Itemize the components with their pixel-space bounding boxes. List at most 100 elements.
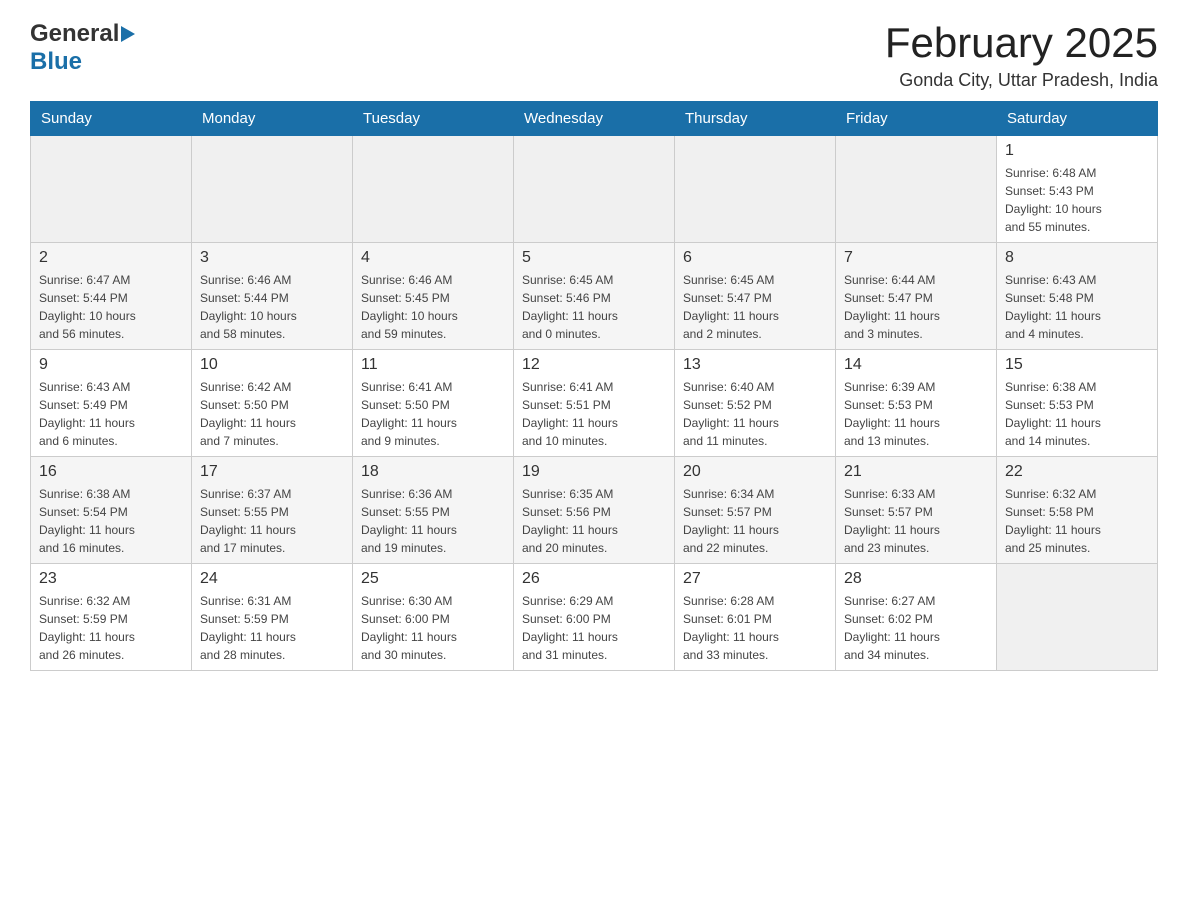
day-info: Sunrise: 6:46 AM Sunset: 5:44 PM Dayligh… xyxy=(200,271,344,343)
calendar-cell: 13 Sunrise: 6:40 AM Sunset: 5:52 PM Dayli… xyxy=(675,350,836,457)
day-info: Sunrise: 6:37 AM Sunset: 5:55 PM Dayligh… xyxy=(200,485,344,557)
calendar-cell xyxy=(836,136,997,243)
day-number: 13 xyxy=(683,356,827,374)
day-info: Sunrise: 6:41 AM Sunset: 5:51 PM Dayligh… xyxy=(522,378,666,450)
logo-blue-text: Blue xyxy=(30,48,82,75)
day-info: Sunrise: 6:45 AM Sunset: 5:47 PM Dayligh… xyxy=(683,271,827,343)
logo: General Blue xyxy=(30,20,135,76)
calendar-table: SundayMondayTuesdayWednesdayThursdayFrid… xyxy=(30,101,1158,671)
calendar-cell: 4 Sunrise: 6:46 AM Sunset: 5:45 PM Daylig… xyxy=(353,243,514,350)
day-number: 20 xyxy=(683,463,827,481)
day-number: 10 xyxy=(200,356,344,374)
calendar-week-4: 23 Sunrise: 6:32 AM Sunset: 5:59 PM Dayli… xyxy=(31,564,1158,671)
location-text: Gonda City, Uttar Pradesh, India xyxy=(885,70,1158,91)
day-number: 21 xyxy=(844,463,988,481)
day-info: Sunrise: 6:33 AM Sunset: 5:57 PM Dayligh… xyxy=(844,485,988,557)
day-info: Sunrise: 6:27 AM Sunset: 6:02 PM Dayligh… xyxy=(844,592,988,664)
weekday-header-row: SundayMondayTuesdayWednesdayThursdayFrid… xyxy=(31,102,1158,136)
calendar-cell: 19 Sunrise: 6:35 AM Sunset: 5:56 PM Dayli… xyxy=(514,457,675,564)
calendar-cell: 14 Sunrise: 6:39 AM Sunset: 5:53 PM Dayli… xyxy=(836,350,997,457)
calendar-cell: 9Sunrise: 6:43 AM Sunset: 5:49 PM Daylig… xyxy=(31,350,192,457)
day-number: 15 xyxy=(1005,356,1149,374)
day-number: 14 xyxy=(844,356,988,374)
day-info: Sunrise: 6:34 AM Sunset: 5:57 PM Dayligh… xyxy=(683,485,827,557)
calendar-cell: 15 Sunrise: 6:38 AM Sunset: 5:53 PM Dayli… xyxy=(997,350,1158,457)
month-title: February 2025 xyxy=(885,20,1158,66)
calendar-cell: 22 Sunrise: 6:32 AM Sunset: 5:58 PM Dayli… xyxy=(997,457,1158,564)
weekday-header-sunday: Sunday xyxy=(31,102,192,136)
day-number: 19 xyxy=(522,463,666,481)
day-number: 2 xyxy=(39,249,183,267)
calendar-week-3: 16Sunrise: 6:38 AM Sunset: 5:54 PM Dayli… xyxy=(31,457,1158,564)
calendar-week-0: 1Sunrise: 6:48 AM Sunset: 5:43 PM Daylig… xyxy=(31,136,1158,243)
day-number: 1 xyxy=(1005,142,1149,160)
day-info: Sunrise: 6:45 AM Sunset: 5:46 PM Dayligh… xyxy=(522,271,666,343)
logo-general-text: General xyxy=(30,20,119,48)
day-number: 25 xyxy=(361,570,505,588)
day-number: 28 xyxy=(844,570,988,588)
calendar-cell: 23 Sunrise: 6:32 AM Sunset: 5:59 PM Dayli… xyxy=(31,564,192,671)
page-header: General Blue February 2025 Gonda City, U… xyxy=(30,20,1158,91)
day-number: 24 xyxy=(200,570,344,588)
day-number: 22 xyxy=(1005,463,1149,481)
calendar-cell xyxy=(31,136,192,243)
calendar-cell: 1Sunrise: 6:48 AM Sunset: 5:43 PM Daylig… xyxy=(997,136,1158,243)
day-info: Sunrise: 6:36 AM Sunset: 5:55 PM Dayligh… xyxy=(361,485,505,557)
calendar-cell: 10 Sunrise: 6:42 AM Sunset: 5:50 PM Dayli… xyxy=(192,350,353,457)
calendar-cell xyxy=(192,136,353,243)
day-info: Sunrise: 6:40 AM Sunset: 5:52 PM Dayligh… xyxy=(683,378,827,450)
calendar-week-2: 9Sunrise: 6:43 AM Sunset: 5:49 PM Daylig… xyxy=(31,350,1158,457)
day-info: Sunrise: 6:47 AM Sunset: 5:44 PM Dayligh… xyxy=(39,271,183,343)
day-number: 5 xyxy=(522,249,666,267)
calendar-cell: 6 Sunrise: 6:45 AM Sunset: 5:47 PM Daylig… xyxy=(675,243,836,350)
day-info: Sunrise: 6:38 AM Sunset: 5:53 PM Dayligh… xyxy=(1005,378,1149,450)
calendar-cell xyxy=(514,136,675,243)
day-info: Sunrise: 6:28 AM Sunset: 6:01 PM Dayligh… xyxy=(683,592,827,664)
day-info: Sunrise: 6:39 AM Sunset: 5:53 PM Dayligh… xyxy=(844,378,988,450)
calendar-cell: 21 Sunrise: 6:33 AM Sunset: 5:57 PM Dayli… xyxy=(836,457,997,564)
day-number: 4 xyxy=(361,249,505,267)
day-number: 6 xyxy=(683,249,827,267)
calendar-cell: 17 Sunrise: 6:37 AM Sunset: 5:55 PM Dayli… xyxy=(192,457,353,564)
calendar-cell: 28 Sunrise: 6:27 AM Sunset: 6:02 PM Dayli… xyxy=(836,564,997,671)
calendar-cell: 16Sunrise: 6:38 AM Sunset: 5:54 PM Dayli… xyxy=(31,457,192,564)
calendar-cell: 26Sunrise: 6:29 AM Sunset: 6:00 PM Dayli… xyxy=(514,564,675,671)
weekday-header-saturday: Saturday xyxy=(997,102,1158,136)
calendar-cell: 7 Sunrise: 6:44 AM Sunset: 5:47 PM Daylig… xyxy=(836,243,997,350)
calendar-cell: 5 Sunrise: 6:45 AM Sunset: 5:46 PM Daylig… xyxy=(514,243,675,350)
day-info: Sunrise: 6:44 AM Sunset: 5:47 PM Dayligh… xyxy=(844,271,988,343)
day-number: 27 xyxy=(683,570,827,588)
weekday-header-wednesday: Wednesday xyxy=(514,102,675,136)
day-number: 3 xyxy=(200,249,344,267)
day-info: Sunrise: 6:38 AM Sunset: 5:54 PM Dayligh… xyxy=(39,485,183,557)
day-number: 7 xyxy=(844,249,988,267)
day-number: 8 xyxy=(1005,249,1149,267)
calendar-cell: 24 Sunrise: 6:31 AM Sunset: 5:59 PM Dayli… xyxy=(192,564,353,671)
day-number: 23 xyxy=(39,570,183,588)
day-info: Sunrise: 6:32 AM Sunset: 5:59 PM Dayligh… xyxy=(39,592,183,664)
weekday-header-tuesday: Tuesday xyxy=(353,102,514,136)
logo-arrow-icon xyxy=(121,26,135,42)
calendar-cell xyxy=(675,136,836,243)
day-info: Sunrise: 6:42 AM Sunset: 5:50 PM Dayligh… xyxy=(200,378,344,450)
day-info: Sunrise: 6:46 AM Sunset: 5:45 PM Dayligh… xyxy=(361,271,505,343)
day-info: Sunrise: 6:41 AM Sunset: 5:50 PM Dayligh… xyxy=(361,378,505,450)
day-info: Sunrise: 6:35 AM Sunset: 5:56 PM Dayligh… xyxy=(522,485,666,557)
day-number: 11 xyxy=(361,356,505,374)
day-info: Sunrise: 6:32 AM Sunset: 5:58 PM Dayligh… xyxy=(1005,485,1149,557)
title-block: February 2025 Gonda City, Uttar Pradesh,… xyxy=(885,20,1158,91)
day-info: Sunrise: 6:43 AM Sunset: 5:48 PM Dayligh… xyxy=(1005,271,1149,343)
calendar-cell xyxy=(353,136,514,243)
day-number: 17 xyxy=(200,463,344,481)
day-number: 9 xyxy=(39,356,183,374)
day-info: Sunrise: 6:31 AM Sunset: 5:59 PM Dayligh… xyxy=(200,592,344,664)
calendar-cell: 3 Sunrise: 6:46 AM Sunset: 5:44 PM Daylig… xyxy=(192,243,353,350)
day-number: 18 xyxy=(361,463,505,481)
calendar-cell: 25Sunrise: 6:30 AM Sunset: 6:00 PM Dayli… xyxy=(353,564,514,671)
weekday-header-thursday: Thursday xyxy=(675,102,836,136)
calendar-cell: 2 Sunrise: 6:47 AM Sunset: 5:44 PM Daylig… xyxy=(31,243,192,350)
calendar-cell: 12 Sunrise: 6:41 AM Sunset: 5:51 PM Dayli… xyxy=(514,350,675,457)
calendar-cell: 20 Sunrise: 6:34 AM Sunset: 5:57 PM Dayli… xyxy=(675,457,836,564)
day-info: Sunrise: 6:29 AM Sunset: 6:00 PM Dayligh… xyxy=(522,592,666,664)
day-number: 12 xyxy=(522,356,666,374)
